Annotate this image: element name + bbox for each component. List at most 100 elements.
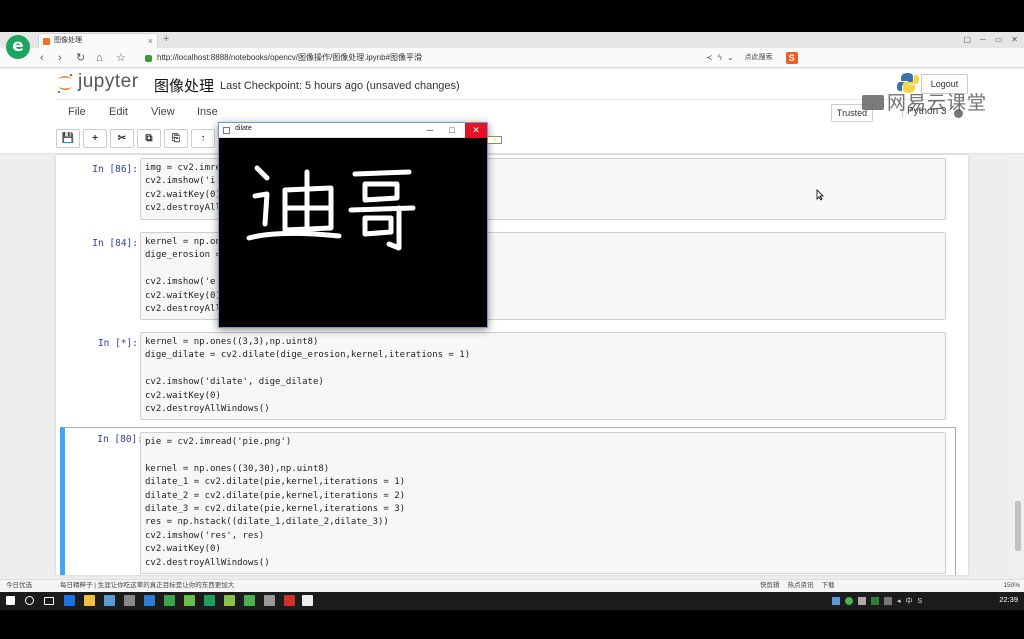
page-scrollbar[interactable] (1014, 155, 1022, 575)
close-icon[interactable]: ✕ (1011, 32, 1018, 48)
restore-icon[interactable]: ▢ (964, 32, 972, 48)
browser-logo-icon: e (6, 35, 30, 59)
camera-icon (862, 95, 884, 110)
menu-view[interactable]: View (151, 106, 175, 118)
browser-right-tools: ≺ ϟ ⌄ 点此搜索 S (706, 50, 798, 66)
move-up-button[interactable]: ↑ (191, 129, 215, 148)
secure-icon (145, 55, 152, 62)
code-editor[interactable]: kernel = np.ones((3,3),np.uint8) dige_di… (140, 332, 946, 421)
browser-window-controls: ▢ ─ ▭ ✕ (964, 32, 1019, 48)
cv-window-icon (223, 127, 230, 134)
cv-maximize-button[interactable]: □ (441, 123, 463, 138)
cut-button[interactable]: ✂ (110, 129, 134, 148)
clock[interactable]: 22:39 (999, 595, 1018, 604)
status-today-picks[interactable]: 今日优选 (6, 580, 32, 592)
checkpoint-status: Last Checkpoint: 5 hours ago (unsaved ch… (220, 80, 460, 92)
tray-icon[interactable] (858, 597, 866, 605)
status-news[interactable]: 每日精粹子 | 生涯让你吃这辈的真正目标是让你的东西更加大 (60, 580, 234, 592)
sogou-tray-icon[interactable]: S (918, 598, 923, 605)
dilated-text-image: 迪哥 (246, 165, 416, 251)
browser-tab[interactable]: 图像处理 × (38, 33, 158, 48)
tray-icon[interactable] (832, 597, 840, 605)
app-taskbar-icon[interactable] (284, 595, 295, 606)
tray-icon[interactable] (884, 597, 892, 605)
cell-prompt: In [*]: (97, 338, 138, 349)
address-bar: ‹ › ↻ ⌂ ☆ http://localhost:8888/notebook… (0, 48, 1024, 68)
code-line: cv2.waitKey(0) (145, 390, 221, 401)
cv-window-titlebar[interactable]: dilate ─ □ ✕ (219, 123, 487, 138)
app-taskbar-icon[interactable] (244, 595, 255, 606)
insert-cell-button[interactable]: + (83, 129, 107, 148)
notebook-title[interactable]: 图像处理 (154, 75, 214, 96)
browser-taskbar-icon[interactable] (64, 595, 75, 606)
tray-icon[interactable] (845, 597, 853, 605)
app-taskbar-icon[interactable] (144, 595, 155, 606)
menu-file[interactable]: File (68, 106, 86, 118)
app-taskbar-icon[interactable] (184, 595, 195, 606)
zoom-level[interactable]: 150% (1003, 580, 1020, 592)
url-text: http://localhost:8888/notebooks/opencv/图… (157, 53, 423, 62)
browser-tab-bar: 图像处理 × + ▢ ─ ▭ ✕ (0, 32, 1024, 48)
watermark: 网易云课堂 (862, 88, 987, 115)
code-line: cv2.destroyAllWindows() (145, 557, 270, 568)
cv-image-canvas: 迪哥 (219, 138, 487, 327)
opencv-dilate-window[interactable]: dilate ─ □ ✕ 迪哥 (218, 122, 488, 328)
app-taskbar-icon[interactable] (224, 595, 235, 606)
folder-taskbar-icon[interactable] (84, 595, 95, 606)
ime-indicator[interactable]: 中 (906, 596, 913, 606)
minimize-icon[interactable]: ─ (980, 32, 986, 48)
app-taskbar-icon[interactable] (264, 595, 275, 606)
app-taskbar-icon[interactable] (104, 595, 115, 606)
maximize-icon[interactable]: ▭ (995, 32, 1003, 48)
home-icon[interactable]: ⌂ (96, 50, 103, 66)
tab-close-icon[interactable]: × (148, 34, 153, 48)
windows-taskbar: ◂ 中 S 22:39 (0, 592, 1024, 610)
share-icon[interactable]: ≺ (706, 50, 713, 66)
cv-minimize-button[interactable]: ─ (419, 123, 441, 138)
save-button[interactable]: 💾 (56, 129, 80, 148)
new-tab-button[interactable]: + (163, 32, 169, 47)
code-cell-selected[interactable]: In [80]: pie = cv2.imread('pie.png') ker… (60, 427, 956, 575)
status-hot-news[interactable]: 热点资讯 (788, 580, 814, 592)
task-view-icon[interactable] (44, 597, 54, 605)
search-icon[interactable] (25, 596, 34, 605)
copy-button[interactable]: ⧉ (137, 129, 161, 148)
url-field[interactable]: http://localhost:8888/notebooks/opencv/图… (144, 50, 699, 66)
menu-insert[interactable]: Inse (197, 106, 218, 118)
status-download[interactable]: 下载 (822, 580, 835, 592)
lightning-icon[interactable]: ϟ (718, 50, 722, 66)
watermark-text: 网易云课堂 (887, 92, 988, 114)
cell-prompt: In [80]: (97, 434, 143, 445)
tab-title: 图像处理 (54, 37, 82, 44)
app-taskbar-icon[interactable] (164, 595, 175, 606)
jupyter-app-name[interactable]: jupyter (78, 71, 139, 93)
mail-taskbar-icon[interactable] (124, 595, 135, 606)
code-line: res = np.hstack((dilate_1,dilate_2,dilat… (145, 517, 389, 528)
app-taskbar-icon[interactable] (302, 595, 313, 606)
back-icon[interactable]: ‹ (40, 50, 44, 66)
code-line: cv2.imshow('dilate', dige_dilate) (145, 377, 324, 388)
mouse-cursor-icon (816, 189, 824, 201)
paste-button[interactable]: ⎘ (164, 129, 188, 148)
cv-close-button[interactable]: ✕ (465, 123, 487, 138)
start-icon[interactable] (6, 596, 15, 605)
scrollbar-thumb[interactable] (1015, 501, 1021, 551)
volume-icon[interactable]: ◂ (897, 597, 901, 605)
sogou-ime-icon[interactable]: S (785, 52, 798, 64)
code-line: dige_dilate = cv2.dilate(dige_erosion,ke… (145, 350, 471, 361)
notebook-toolbar: 💾 + ✂ ⧉ ⎘ ↑ (56, 129, 215, 149)
status-quick-edit[interactable]: 快剪辑 (760, 580, 780, 592)
dropdown-icon[interactable]: ⌄ (727, 50, 734, 66)
status-tools: 快剪辑 热点资讯 下载 (760, 580, 835, 592)
reload-icon[interactable]: ↻ (76, 50, 85, 66)
menu-edit[interactable]: Edit (109, 106, 128, 118)
code-line: pie = cv2.imread('pie.png') (145, 437, 292, 447)
star-icon[interactable]: ☆ (116, 50, 126, 66)
forward-icon[interactable]: › (58, 50, 62, 66)
search-hint[interactable]: 点此搜索 (745, 50, 773, 66)
app-taskbar-icon[interactable] (204, 595, 215, 606)
code-editor[interactable]: pie = cv2.imread('pie.png') kernel = np.… (140, 432, 946, 574)
code-line: dilate_1 = cv2.dilate(pie,kernel,iterati… (145, 477, 406, 488)
tray-icon[interactable] (871, 597, 879, 605)
